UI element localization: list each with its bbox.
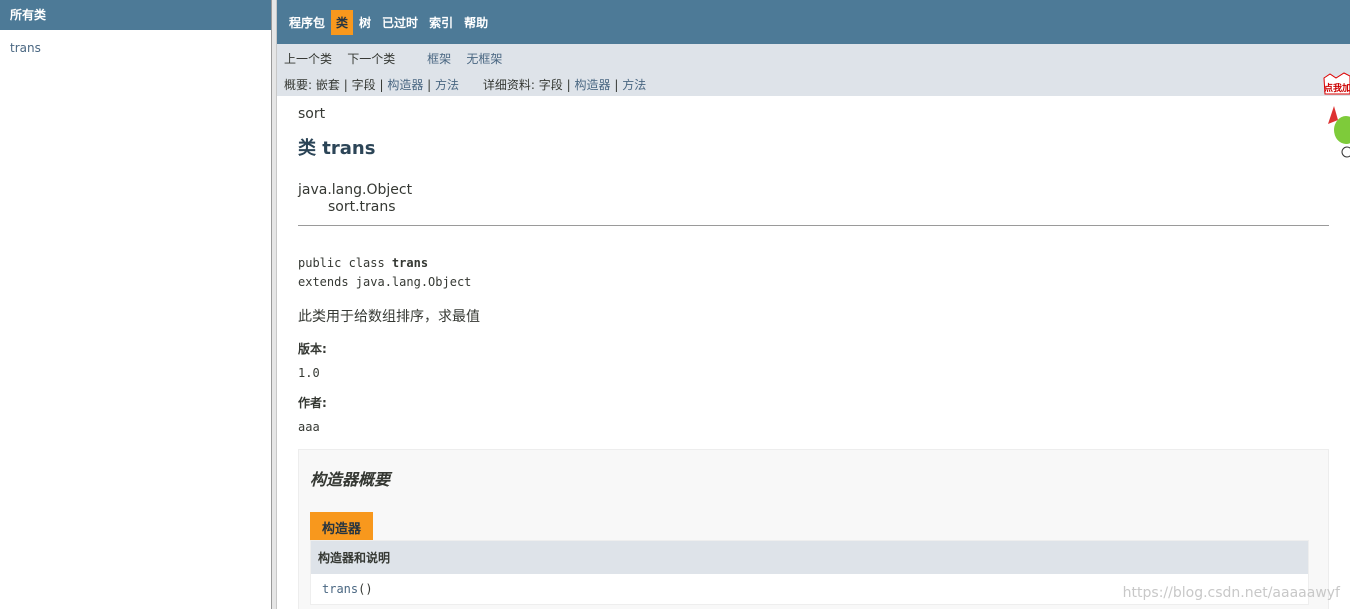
summary-constructor-link[interactable]: 构造器: [387, 78, 423, 92]
detail-label: 详细资料:: [482, 78, 535, 92]
separator: |: [343, 78, 348, 92]
all-classes-frame: 所有类 trans: [0, 0, 271, 609]
summary-field: 字段: [351, 78, 376, 92]
mascot-label: 点我加: [1324, 84, 1350, 94]
constructor-tab[interactable]: 构造器: [310, 512, 374, 543]
version-value: 1.0: [298, 366, 320, 380]
class-link-trans[interactable]: trans: [0, 41, 271, 55]
inheritance-root: java.lang.Object: [298, 182, 413, 198]
nav-help[interactable]: 帮助: [459, 10, 493, 35]
class-content: sort 类 trans java.lang.Object sort.trans…: [277, 106, 1329, 609]
signature-line: public class trans: [298, 254, 1329, 273]
author-value: aaa: [298, 420, 320, 434]
watermark: https://blog.csdn.net/aaaaawyf: [1122, 585, 1340, 601]
detail-method-link[interactable]: 方法: [622, 78, 646, 92]
next-class-label: 下一个类: [347, 52, 396, 66]
constructor-link-trans[interactable]: trans: [322, 582, 358, 596]
sub-nav-bar: 上一个类 下一个类 框架 无框架 概要: 嵌套 | 字段 | 构造器 | 方法 …: [277, 44, 1350, 96]
summary-label: 概要:: [284, 78, 313, 92]
class-description: 此类用于给数组排序，求最值: [298, 309, 480, 325]
separator: |: [427, 78, 432, 92]
divider-line: [298, 225, 1329, 226]
detail-field: 字段: [538, 78, 563, 92]
prev-class-label: 上一个类: [284, 52, 333, 66]
constructor-column-header: 构造器和说明: [311, 541, 1308, 574]
frames-link[interactable]: 框架: [427, 52, 451, 66]
nav-index[interactable]: 索引: [424, 10, 458, 35]
nav-tree[interactable]: 树: [354, 10, 376, 35]
separator: |: [379, 78, 384, 92]
inheritance-child: sort.trans: [328, 199, 396, 215]
separator: |: [566, 78, 571, 92]
package-name: sort: [298, 106, 326, 122]
signature-class-name: trans: [391, 256, 429, 270]
class-frame: 程序包 类 树 已过时 索引 帮助 上一个类 下一个类 框架 无框架 概要: 嵌…: [277, 0, 1350, 609]
version-label: 版本:: [298, 342, 327, 356]
floating-mascot-widget[interactable]: 点我加: [1320, 72, 1350, 172]
sub-nav-row-summary: 概要: 嵌套 | 字段 | 构造器 | 方法 详细资料: 字段 | 构造器 | …: [284, 76, 646, 93]
sub-nav-row-navigation: 上一个类 下一个类 框架 无框架: [284, 50, 502, 67]
nav-class[interactable]: 类: [331, 9, 354, 35]
all-classes-header: 所有类: [0, 0, 271, 30]
author-label: 作者:: [298, 396, 327, 410]
nav-package[interactable]: 程序包: [284, 10, 330, 35]
top-nav-bar: 程序包 类 树 已过时 索引 帮助: [277, 0, 1350, 44]
signature-prefix: public class: [298, 256, 392, 270]
page-title: 类 trans: [298, 138, 376, 159]
no-frames-link[interactable]: 无框架: [466, 52, 502, 66]
constructor-params: (): [358, 582, 373, 596]
summary-nested: 嵌套: [315, 78, 340, 92]
constructor-summary-heading: 构造器概要: [310, 470, 391, 489]
detail-constructor-link[interactable]: 构造器: [574, 78, 610, 92]
nav-deprecated[interactable]: 已过时: [377, 10, 423, 35]
separator: |: [614, 78, 619, 92]
signature-extends: extends java.lang.Object: [298, 275, 472, 289]
summary-method-link[interactable]: 方法: [435, 78, 459, 92]
class-signature: public class trans extends java.lang.Obj…: [298, 254, 1329, 292]
